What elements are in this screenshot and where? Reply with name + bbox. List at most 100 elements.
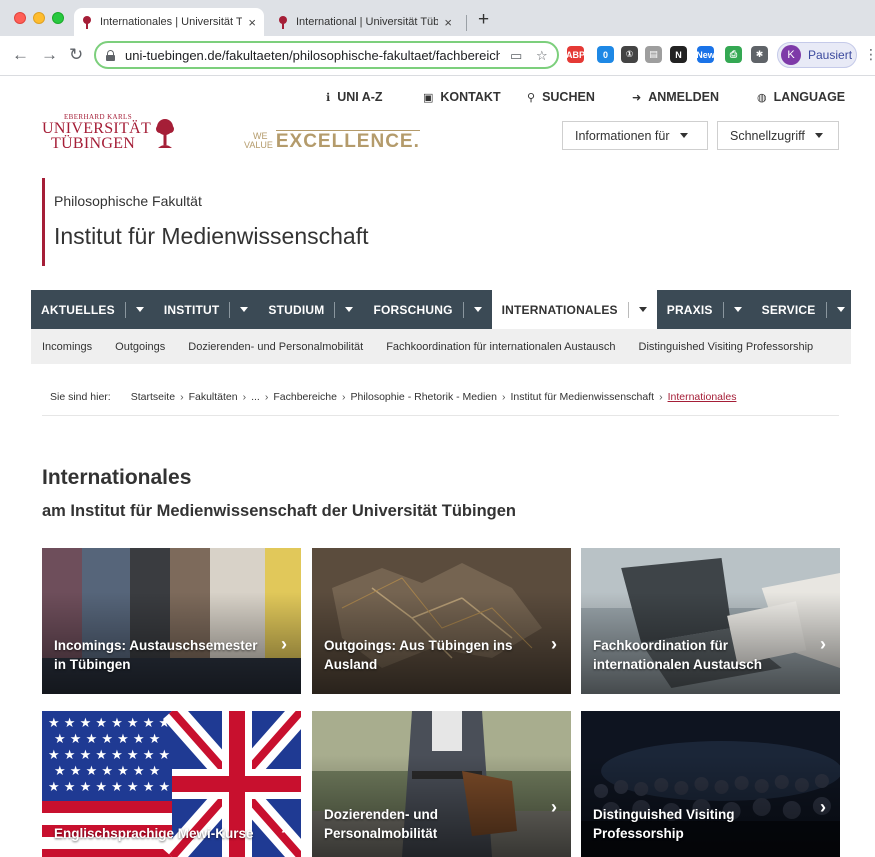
informationen-fuer-dropdown[interactable]: Informationen für [562, 121, 708, 150]
new-tab-button[interactable]: + [478, 9, 489, 31]
main-navigation: AKTUELLES INSTITUT STUDIUM FORSCHUNG INTERNA… [31, 290, 851, 329]
nav-separator [124, 301, 126, 318]
notion-icon[interactable]: N [670, 46, 687, 63]
chevron-down-icon [814, 133, 823, 138]
nav-item-forschung[interactable]: FORSCHUNG [363, 290, 491, 329]
nav-separator [825, 301, 827, 318]
profile-button[interactable]: K Pausiert [777, 42, 857, 68]
card-outgoings[interactable]: Outgoings: Aus Tübingen ins Ausland › [312, 548, 571, 694]
breadcrumb-item[interactable]: Startseite [131, 391, 175, 403]
nav-item-praxis[interactable]: PRAXIS [657, 290, 752, 329]
excellence-value: VALUE [244, 140, 273, 150]
browser-tab-bar: Internationales | Universität Tü × Inter… [0, 0, 875, 36]
url-text[interactable]: uni-tuebingen.de/fakultaeten/philosophis… [125, 48, 500, 63]
cast-icon[interactable]: ▭ [510, 48, 522, 64]
page-subheading: am Institut für Medienwissenschaft der U… [42, 502, 516, 520]
tab-separator [466, 15, 467, 31]
breadcrumb-item[interactable]: Institut für Medienwissenschaft [510, 391, 654, 403]
globe-icon: ◍ [757, 91, 767, 104]
card-label: Dozierenden- und Personalmobilität [324, 807, 438, 841]
address-bar[interactable]: uni-tuebingen.de/fakultaeten/philosophis… [94, 41, 559, 69]
util-link-language[interactable]: ◍ LANGUAGE [757, 90, 845, 104]
subnav-item[interactable]: Outgoings [115, 341, 165, 353]
browser-tab-active[interactable]: Internationales | Universität Tü × [74, 8, 264, 36]
chevron-down-icon[interactable] [240, 307, 249, 312]
institute-name[interactable]: Institut für Medienwissenschaft [54, 223, 368, 250]
breadcrumb-separator-icon: › [501, 391, 506, 403]
browser-tab-inactive[interactable]: International | Universität Tübin × [270, 8, 460, 36]
card-fachkoordination[interactable]: Fachkoordination für internationalen Aus… [581, 548, 840, 694]
chevron-right-icon: › [281, 634, 287, 654]
chevron-down-icon[interactable] [473, 307, 482, 312]
nav-item-label: INSTITUT [163, 302, 220, 317]
lock-icon [106, 49, 115, 61]
chevron-down-icon [679, 133, 688, 138]
nav-item-institut[interactable]: INSTITUT [154, 290, 259, 329]
schnellzugriff-dropdown[interactable]: Schnellzugriff [717, 121, 839, 150]
onepassword-icon[interactable]: ① [621, 46, 638, 63]
page-heading: Internationales [42, 466, 192, 489]
faculty-name[interactable]: Philosophische Fakultät [54, 193, 368, 209]
back-arrow-icon[interactable]: ← [12, 45, 29, 65]
tab-title: International | Universität Tübin [296, 16, 439, 28]
browser-menu-icon[interactable]: ⋮ [864, 46, 875, 63]
chevron-down-icon[interactable] [638, 307, 647, 312]
breadcrumb-separator-icon: › [180, 391, 184, 403]
new-extension-icon[interactable]: New [696, 46, 715, 63]
subnav-item[interactable]: Fachkoordination für internationalen Aus… [386, 341, 615, 353]
chevron-right-icon: › [551, 797, 557, 817]
notes-icon[interactable]: ▤ [645, 46, 662, 63]
breadcrumb-item[interactable]: Fakultäten [189, 391, 238, 403]
breadcrumb-item[interactable]: ... [251, 391, 260, 403]
chevron-down-icon[interactable] [836, 307, 845, 312]
nav-item-aktuelles[interactable]: AKTUELLES [31, 290, 154, 329]
chevron-right-icon: › [820, 797, 826, 817]
adblock-icon[interactable]: ABP [566, 46, 585, 63]
nav-item-label: AKTUELLES [41, 302, 115, 317]
subnav-item[interactable]: Distinguished Visiting Professorship [639, 341, 814, 353]
breadcrumb-current[interactable]: Internationales [668, 391, 737, 403]
chevron-down-icon[interactable] [135, 307, 144, 312]
extension-badge-icon[interactable]: 0 [597, 46, 614, 63]
util-link-kontakt[interactable]: ▣ KONTAKT [423, 90, 501, 104]
window-close-button[interactable] [14, 12, 26, 24]
profile-avatar: K [781, 45, 801, 65]
nav-item-internationales[interactable]: INTERNATIONALES [491, 290, 657, 329]
window-zoom-button[interactable] [52, 12, 64, 24]
reload-icon[interactable]: ↻ [69, 45, 83, 65]
card-dozierendenmobilitaet[interactable]: Dozierenden- und Personalmobilität › [312, 711, 571, 857]
card-englisch-kurse[interactable]: ★ ★ ★ ★ ★ ★ ★ ★ ★ ★ ★ ★ ★ ★ ★ ★ ★ ★ ★ ★ … [42, 711, 301, 857]
chevron-down-icon[interactable] [733, 307, 742, 312]
forward-arrow-icon[interactable]: → [41, 45, 58, 65]
breadcrumb-separator-icon: › [264, 391, 269, 403]
breadcrumb: Sie sind hier: Startseite › Fakultäten ›...… [50, 391, 736, 403]
university-favicon-icon [278, 15, 288, 29]
puzzle-icon[interactable]: ✱ [751, 46, 768, 63]
util-link-label: KONTAKT [440, 90, 501, 104]
dropdown-label: Informationen für [575, 128, 670, 143]
svg-text:★ ★ ★ ★ ★ ★ ★: ★ ★ ★ ★ ★ ★ ★ [54, 764, 160, 779]
util-link-suchen[interactable]: ⚲ SUCHEN [527, 90, 595, 104]
bookmark-star-icon[interactable]: ☆ [536, 48, 548, 64]
util-link-uni-az[interactable]: ℹ UNI A-Z [326, 90, 383, 104]
breadcrumb-item[interactable]: Philosophie - Rhetorik - Medien [350, 391, 497, 403]
chevron-down-icon[interactable] [345, 307, 354, 312]
subnav-item[interactable]: Dozierenden- und Personalmobilität [188, 341, 363, 353]
breadcrumb-separator-icon: › [242, 391, 247, 403]
nav-item-label: PRAXIS [666, 302, 713, 317]
tab-close-icon[interactable]: × [444, 15, 452, 30]
card-label: Fachkoordination für internationalen Aus… [593, 638, 763, 672]
window-minimize-button[interactable] [33, 12, 45, 24]
tab-close-icon[interactable]: × [248, 15, 256, 30]
printer-icon[interactable]: ⎙ [725, 46, 742, 63]
subnav-item[interactable]: Incomings [42, 341, 92, 353]
breadcrumb-separator-icon: › [659, 391, 663, 403]
util-link-anmelden[interactable]: ➜ ANMELDEN [632, 90, 719, 104]
nav-item-studium[interactable]: STUDIUM [258, 290, 363, 329]
breadcrumb-item[interactable]: Fachbereiche [273, 391, 337, 403]
nav-item-service[interactable]: SERVICE [752, 290, 855, 329]
search-icon: ⚲ [527, 91, 536, 104]
card-incomings[interactable]: Incomings: Austauschsemester in Tübingen… [42, 548, 301, 694]
card-visiting-professorship[interactable]: Distinguished Visiting Professorship › [581, 711, 840, 857]
card-label: Englischsprachige Mewi-Kurse [54, 826, 254, 841]
